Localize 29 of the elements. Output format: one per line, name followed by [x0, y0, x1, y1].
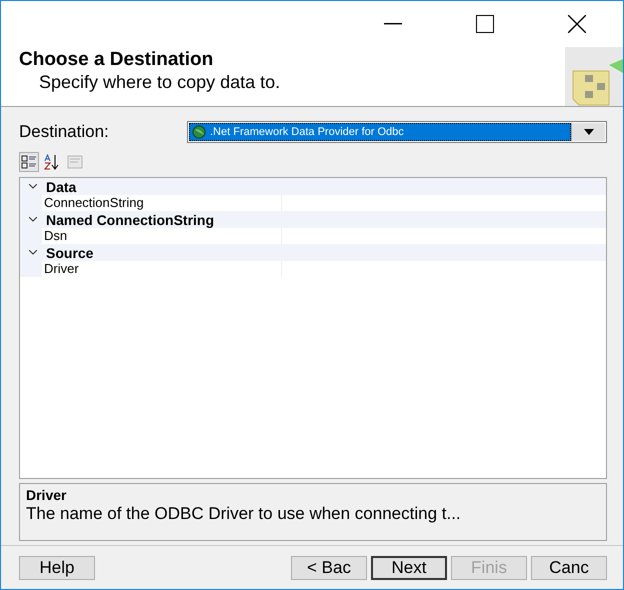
- close-icon[interactable]: [568, 15, 586, 33]
- wizard-button[interactable]: Next: [371, 556, 447, 580]
- category-name: Data: [46, 178, 76, 194]
- wizard-button[interactable]: Canc: [531, 556, 607, 580]
- category-name: Named ConnectionString: [46, 212, 214, 228]
- collapse-icon[interactable]: [29, 184, 37, 189]
- collapse-icon[interactable]: [29, 217, 37, 222]
- property-name[interactable]: Driver: [42, 261, 282, 277]
- wizard-button[interactable]: Help: [19, 556, 95, 580]
- destination-label: Destination:: [19, 122, 109, 142]
- sort-az-icon: [44, 154, 60, 170]
- categorized-view-button[interactable]: [19, 152, 39, 172]
- dropdown-value: .Net Framework Data Provider for Odbc: [210, 126, 404, 138]
- collapse-icon[interactable]: [29, 250, 37, 255]
- page-subtitle: Specify where to copy data to.: [38, 71, 282, 93]
- categorized-icon: [21, 154, 37, 170]
- globe-icon: [192, 125, 206, 139]
- destination-dropdown[interactable]: .Net Framework Data Provider for Odbc: [187, 121, 607, 143]
- description-title: Driver: [26, 487, 68, 503]
- caret-icon: [584, 129, 594, 135]
- maximize-icon[interactable]: [476, 15, 494, 33]
- wizard-button[interactable]: < Bac: [291, 556, 367, 580]
- property-name[interactable]: ConnectionString: [42, 195, 282, 211]
- category-name: Source: [46, 244, 94, 260]
- minimize-icon[interactable]: [384, 23, 402, 25]
- property-pages-icon: [67, 155, 83, 169]
- description-text: The name of the ODBC Driver to use when connecting t...: [26, 503, 462, 525]
- page-title: Choose a Destination: [19, 49, 214, 71]
- property-name[interactable]: Dsn: [42, 228, 282, 244]
